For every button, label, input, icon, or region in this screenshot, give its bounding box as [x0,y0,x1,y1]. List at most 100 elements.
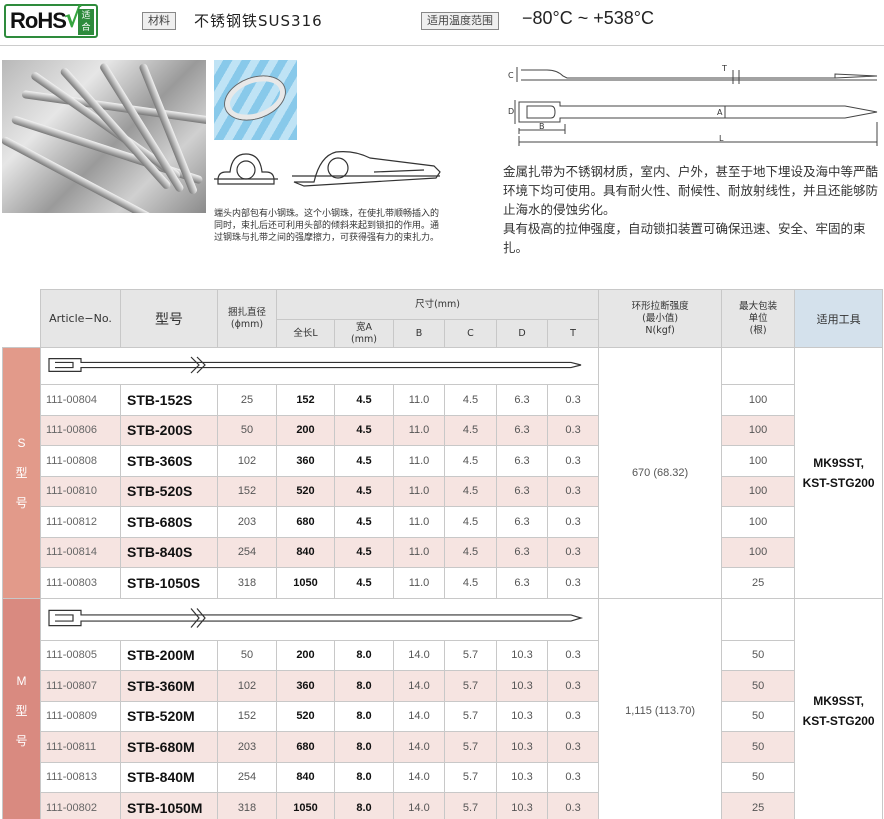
length-cell: 360 [276,445,335,477]
rohs-badge: 适合 [78,9,94,35]
header-length: 全长L [276,319,335,348]
band-closeup-image [214,60,297,140]
t-cell: 0.3 [546,475,600,507]
tie-band-drawing [48,356,582,373]
dim-label-c: C [508,71,514,80]
c-cell: 5.7 [444,700,497,732]
b-cell: 11.0 [393,506,445,538]
header-t: T [546,319,600,348]
diameter-cell: 152 [217,475,277,507]
side-label-char: S [17,435,26,450]
d-cell: 6.3 [496,567,548,599]
spec-table: Article−No. 型号 捆扎直径 (ϕmm) 尺寸(mm) 环形拉断强度 (最… [2,289,884,819]
header-strength: 环形拉断强度 (最小值) N(kgf) [598,289,723,348]
t-cell: 0.3 [546,506,600,538]
model-cell: STB-360M [120,670,218,702]
pack-cell: 25 [721,567,796,599]
tie-band-drawing [48,607,584,628]
article-cell: 111-00808 [40,445,121,477]
d-cell: 6.3 [496,414,548,446]
length-cell: 520 [276,700,335,732]
model-cell: STB-200S [120,414,218,446]
t-cell: 0.3 [546,414,600,446]
header-pack: 最大包装 单位 (根) [721,289,796,348]
pack-cell: 50 [721,731,796,763]
c-cell: 5.7 [444,792,497,819]
model-cell: STB-1050M [120,792,218,819]
c-cell: 5.7 [444,670,497,702]
article-cell: 111-00806 [40,414,121,446]
article-cell: 111-00802 [40,792,121,819]
diameter-cell: 254 [217,761,277,793]
article-cell: 111-00805 [40,639,121,671]
rohs-logo: RoHS √ 适合 [4,4,98,38]
width-cell: 8.0 [334,731,394,763]
t-cell: 0.3 [546,670,600,702]
band-row [39,347,600,385]
article-cell: 111-00814 [40,536,121,568]
band-row [39,597,600,641]
d-cell: 6.3 [496,475,548,507]
pack-cell: 50 [721,639,796,671]
table-row: 111-00814 STB-840S 254 840 4.5 11.0 4.5 … [3,536,883,568]
header-model: 型号 [120,289,218,348]
width-cell: 4.5 [334,414,394,446]
table-row: 111-00808 STB-360S 102 360 4.5 11.0 4.5 … [3,445,883,477]
table-row: 111-00802 STB-1050M 318 1050 8.0 14.0 5.… [3,792,883,819]
header-tools: 适用工具 [794,289,884,348]
description-paragraph: 具有极高的拉伸强度，自动锁扣装置可确保迅速、安全、牢固的束扎。 [503,221,866,255]
model-cell: STB-200M [120,639,218,671]
length-cell: 152 [276,384,335,416]
b-cell: 11.0 [393,567,445,599]
pack-blank [721,347,796,385]
c-cell: 4.5 [444,506,497,538]
diameter-cell: 318 [217,567,277,599]
t-cell: 0.3 [546,731,600,763]
d-cell: 6.3 [496,445,548,477]
product-description: 金属扎带为不锈钢材质，室内、户外，甚至于地下埋设及海中等严酷环境下均可使用。具有… [503,162,884,257]
c-cell: 4.5 [444,414,497,446]
diameter-cell: 203 [217,731,277,763]
length-cell: 1050 [276,792,335,819]
table-row: 111-00811 STB-680M 203 680 8.0 14.0 5.7 … [3,731,883,763]
model-cell: STB-360S [120,445,218,477]
pack-cell: 50 [721,761,796,793]
c-cell: 4.5 [444,475,497,507]
d-cell: 10.3 [496,761,548,793]
d-cell: 6.3 [496,384,548,416]
article-cell: 111-00810 [40,475,121,507]
d-cell: 10.3 [496,731,548,763]
c-cell: 4.5 [444,384,497,416]
article-cell: 111-00813 [40,761,121,793]
length-cell: 200 [276,639,335,671]
b-cell: 14.0 [393,761,445,793]
pack-cell: 100 [721,384,796,416]
article-cell: 111-00804 [40,384,121,416]
dim-label-d: D [508,107,514,116]
side-label-char: M [16,673,27,688]
c-cell: 4.5 [444,445,497,477]
model-cell: STB-680M [120,731,218,763]
article-cell: 111-00803 [40,567,121,599]
strength-cell: 1,115 (113.70) [598,597,723,819]
d-cell: 6.3 [496,536,548,568]
side-label-char: 号 [15,733,28,748]
dim-label-t: T [721,64,727,73]
t-cell: 0.3 [546,700,600,732]
article-cell: 111-00812 [40,506,121,538]
t-cell: 0.3 [546,567,600,599]
b-cell: 14.0 [393,700,445,732]
width-cell: 4.5 [334,536,394,568]
width-cell: 8.0 [334,761,394,793]
d-cell: 10.3 [496,700,548,732]
width-cell: 4.5 [334,445,394,477]
length-cell: 520 [276,475,335,507]
d-cell: 10.3 [496,792,548,819]
description-paragraph: 金属扎带为不锈钢材质，室内、户外，甚至于地下埋设及海中等严酷环境下均可使用。具有… [503,164,879,217]
width-cell: 4.5 [334,384,394,416]
pack-cell: 100 [721,475,796,507]
width-cell: 4.5 [334,475,394,507]
d-cell: 10.3 [496,639,548,671]
table-row: 111-00809 STB-520M 152 520 8.0 14.0 5.7 … [3,700,883,732]
width-cell: 8.0 [334,670,394,702]
